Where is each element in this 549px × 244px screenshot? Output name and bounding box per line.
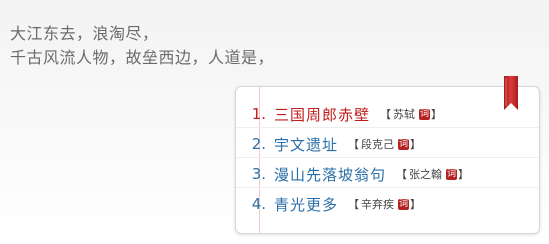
item-number: 3. — [251, 165, 266, 183]
list-item[interactable]: 4. 青光更多 【 辛弃疾 词 】 — [236, 191, 539, 217]
ci-badge-icon: 词 — [419, 108, 431, 120]
item-number: 1. — [251, 105, 266, 123]
item-author: 【 苏轼 词 】 — [380, 106, 442, 122]
list-item[interactable]: 2. 宇文遗址 【 段克己 词 】 — [236, 131, 539, 158]
bookmark-ribbon-icon — [504, 76, 518, 110]
poem-line-1: 大江东去，浪淘尽， — [10, 24, 159, 43]
item-author: 【 段克己 词 】 — [348, 136, 421, 152]
bracket-open: 【 — [380, 108, 392, 121]
item-title-link[interactable]: 三国周郎赤壁 — [274, 104, 370, 125]
author-name: 辛弃疾 — [361, 198, 395, 211]
poem-list: 1. 三国周郎赤壁 【 苏轼 词 】 2. 宇文遗址 【 段克己 词 】 3. … — [236, 101, 539, 220]
bracket-open: 【 — [396, 168, 408, 181]
item-title-link[interactable]: 宇文遗址 — [274, 134, 338, 155]
bracket-close: 】 — [458, 168, 470, 181]
poem-list-card: 1. 三国周郎赤壁 【 苏轼 词 】 2. 宇文遗址 【 段克己 词 】 3. … — [235, 86, 540, 234]
item-author: 【 辛弃疾 词 】 — [348, 196, 421, 212]
ci-badge-icon: 词 — [398, 198, 410, 210]
item-author: 【 张之翰 词 】 — [396, 166, 469, 182]
author-name: 段克己 — [361, 138, 395, 151]
author-name: 苏轼 — [393, 108, 416, 121]
list-item[interactable]: 3. 漫山先落坡翁句 【 张之翰 词 】 — [236, 161, 539, 188]
bracket-open: 【 — [348, 198, 360, 211]
author-name: 张之翰 — [409, 168, 443, 181]
bracket-close: 】 — [410, 198, 422, 211]
poem-text: 大江东去，浪淘尽， 千古风流人物，故垒西边，人道是， — [10, 22, 274, 70]
item-number: 4. — [251, 195, 266, 213]
ci-badge-icon: 词 — [446, 168, 458, 180]
item-title-link[interactable]: 漫山先落坡翁句 — [274, 164, 386, 185]
item-number: 2. — [251, 135, 266, 153]
bracket-close: 】 — [431, 108, 443, 121]
ci-badge-icon: 词 — [398, 138, 410, 150]
list-item[interactable]: 1. 三国周郎赤壁 【 苏轼 词 】 — [236, 101, 539, 128]
poem-line-2: 千古风流人物，故垒西边，人道是， — [10, 48, 275, 67]
bracket-open: 【 — [348, 138, 360, 151]
bracket-close: 】 — [410, 138, 422, 151]
item-title-link[interactable]: 青光更多 — [274, 194, 338, 215]
